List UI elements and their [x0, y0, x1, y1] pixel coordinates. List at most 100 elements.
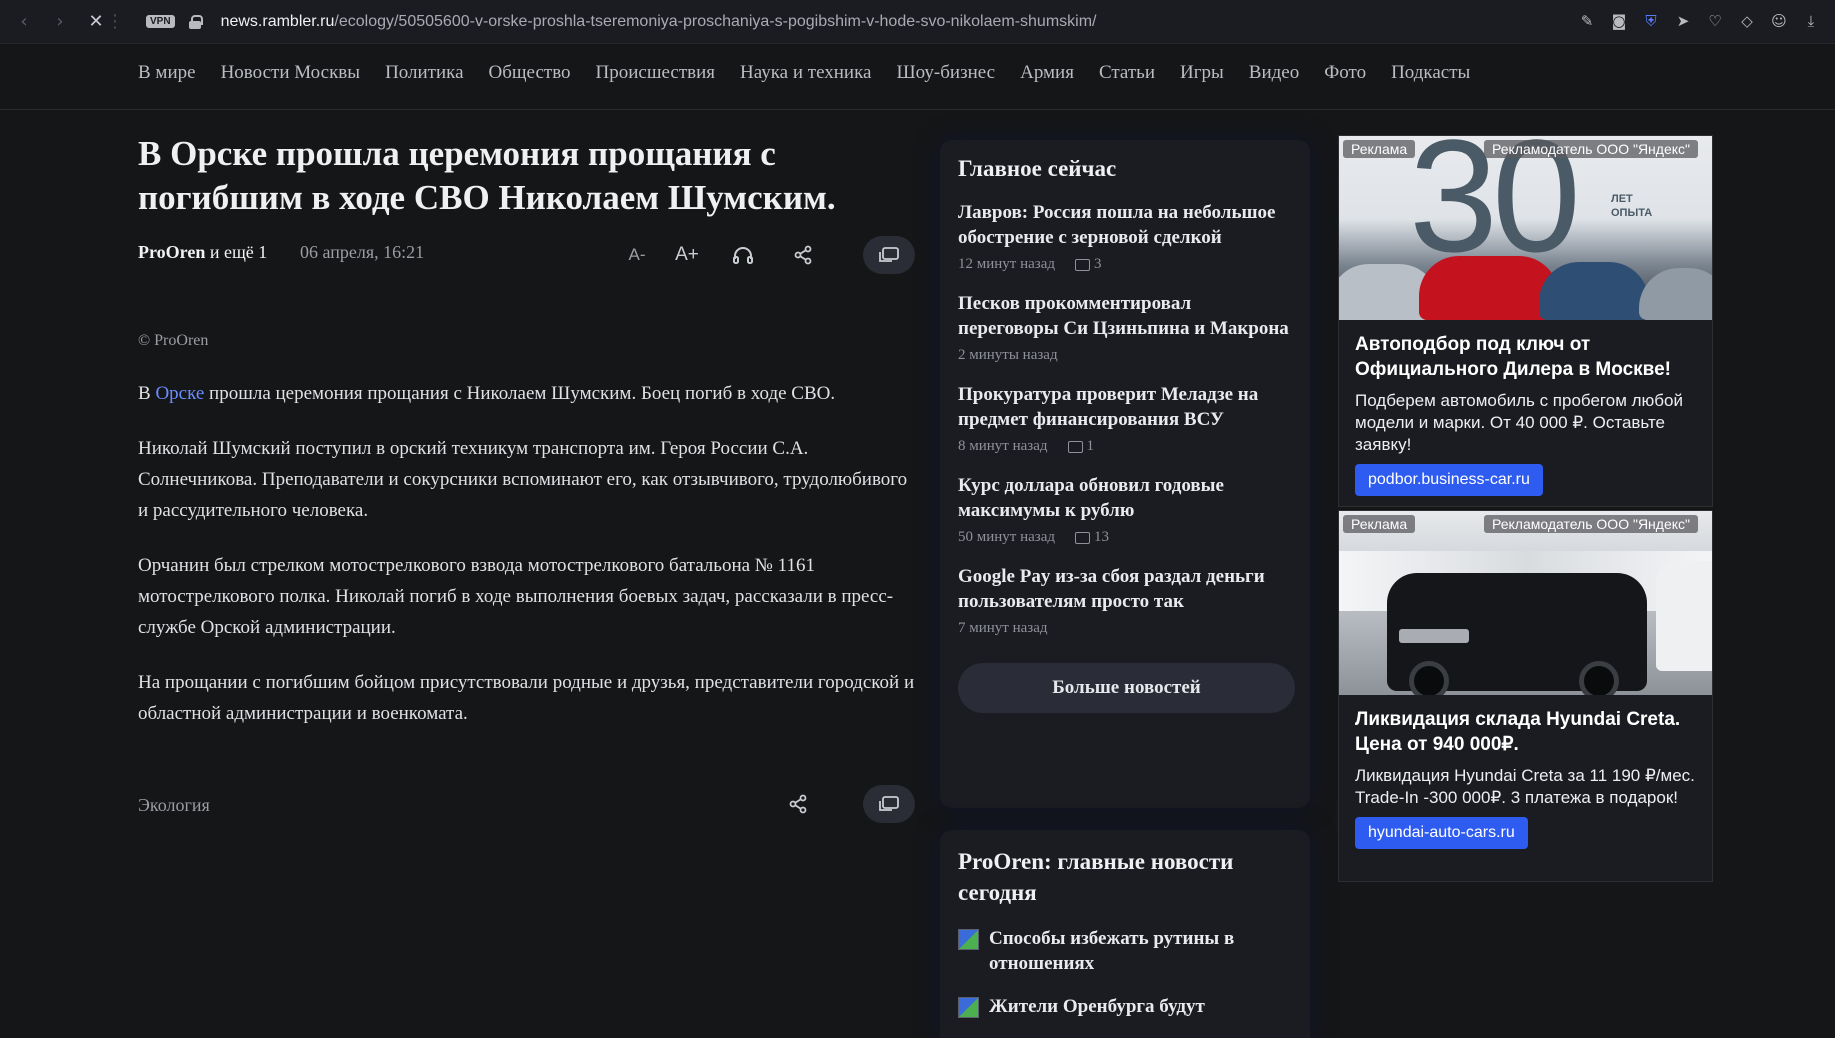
prooren-title: ProOren: главные новости сегодня	[958, 849, 1234, 905]
comments-button[interactable]	[863, 236, 915, 274]
paragraph-2: Николай Шумский поступил в орский техник…	[138, 438, 908, 521]
rubric-link[interactable]: Экология	[138, 795, 210, 816]
shield-icon[interactable]: ⛨	[1641, 8, 1661, 34]
list-item[interactable]: Песков прокомментировал переговоры Си Цз…	[958, 291, 1292, 364]
article-footer: Экология	[138, 785, 918, 825]
box-icon[interactable]: ◇	[1737, 8, 1757, 34]
profile-icon[interactable]: ☺	[1769, 8, 1789, 34]
ad-link-button[interactable]: podbor.business-car.ru	[1355, 464, 1543, 496]
nav-item-society[interactable]: Общество	[489, 62, 571, 84]
url-path: /ecology/50505600-v-orske-proshla-tserem…	[334, 12, 1097, 30]
nav-item-army[interactable]: Армия	[1020, 62, 1074, 84]
ad-text: Ликвидация Hyundai Creta за 11 190 ₽/мес…	[1355, 766, 1695, 807]
main-now-panel: Главное сейчас Лавров: Россия пошла на н…	[940, 140, 1310, 808]
p1-before: В	[138, 383, 156, 404]
news-time: 7 минут назад	[958, 620, 1048, 636]
source-name: ProOren	[138, 242, 206, 262]
prooren-panel: ProOren: главные новости сегодня Способы…	[940, 830, 1310, 1038]
p1-after: прошла церемония прощания с Николаем Шум…	[204, 383, 836, 404]
nav-item-games[interactable]: Игры	[1180, 62, 1224, 84]
nav-item-articles[interactable]: Статьи	[1099, 62, 1155, 84]
news-title[interactable]: Google Pay из-за сбоя раздал деньги поль…	[958, 564, 1292, 614]
back-icon[interactable]: ‹	[10, 8, 38, 36]
news-title[interactable]: Прокуратура проверит Меладзе на предмет …	[958, 382, 1292, 432]
camera-icon[interactable]: ◙	[1609, 8, 1629, 34]
ad-badge-line1: ЛЕТ	[1611, 193, 1633, 205]
news-title[interactable]: Курс доллара обновил годовые максимумы к…	[958, 473, 1292, 523]
news-time: 8 минут назад	[958, 438, 1048, 454]
list-item[interactable]: Курс доллара обновил годовые максимумы к…	[958, 473, 1292, 546]
car-image	[1539, 262, 1649, 320]
article-meta: ProOren и ещё 1 06 апреля, 16:21 A- A+	[138, 230, 918, 280]
comments-button[interactable]	[863, 785, 915, 823]
list-item[interactable]: Google Pay из-за сбоя раздал деньги поль…	[958, 564, 1292, 637]
news-title[interactable]: Жители Оренбурга будут	[989, 994, 1205, 1019]
nav-item-politics[interactable]: Политика	[385, 62, 463, 84]
news-time: 2 минуты назад	[958, 347, 1058, 363]
ad-badge-line2: ОПЫТА	[1611, 207, 1653, 219]
paragraph-3: Орчанин был стрелком мотострелкового взв…	[138, 555, 894, 638]
share-icon[interactable]	[788, 236, 818, 274]
comment-count[interactable]: 1	[1067, 438, 1095, 455]
news-title[interactable]: Песков прокомментировал переговоры Си Цз…	[958, 291, 1292, 341]
nav-item-moscow[interactable]: Новости Москвы	[221, 62, 361, 84]
nav-item-world[interactable]: В мире	[138, 62, 196, 84]
list-item[interactable]: Способы избежать рутины в отношениях	[958, 926, 1292, 976]
news-time: 50 минут назад	[958, 529, 1056, 545]
comment-count[interactable]: 3	[1075, 256, 1102, 273]
ad-advertiser[interactable]: Рекламодатель ООО "Яндекс"	[1483, 515, 1698, 533]
comment-count-value: 1	[1086, 438, 1095, 454]
separator-dots-icon: ⋮	[106, 11, 124, 32]
ad-block-2[interactable]: Реклама Рекламодатель ООО "Яндекс" Ликви…	[1338, 510, 1713, 882]
news-title[interactable]: Способы избежать рутины в отношениях	[989, 926, 1292, 976]
ad-label: Реклама	[1343, 140, 1416, 158]
main-now-title: Главное сейчас	[958, 156, 1117, 181]
list-item[interactable]: Жители Оренбурга будут	[958, 994, 1292, 1019]
ad-image[interactable]: Реклама Рекламодатель ООО "Яндекс"	[1339, 511, 1712, 695]
ad-text: Подберем автомобиль с пробегом любой мод…	[1355, 391, 1683, 454]
news-title[interactable]: Лавров: Россия пошла на небольшое обостр…	[958, 200, 1292, 250]
vpn-badge[interactable]: VPN	[146, 15, 175, 28]
article-date: 06 апреля, 16:21	[300, 242, 425, 262]
news-time: 12 минут назад	[958, 256, 1056, 272]
forward-icon[interactable]: ›	[46, 8, 74, 36]
send-icon[interactable]: ➤	[1673, 8, 1693, 34]
article-source[interactable]: ProOren и ещё 1	[138, 242, 267, 263]
heart-icon[interactable]: ♡	[1705, 8, 1725, 34]
font-increase-button[interactable]: A+	[672, 236, 702, 274]
thumbnail-image	[958, 929, 979, 950]
list-item[interactable]: Прокуратура проверит Меладзе на предмет …	[958, 382, 1292, 455]
list-item[interactable]: Лавров: Россия пошла на небольшое обостр…	[958, 200, 1292, 273]
download-icon[interactable]: ⤓	[1801, 8, 1821, 34]
share-icon[interactable]	[788, 785, 808, 823]
font-decrease-button[interactable]: A-	[622, 236, 652, 274]
ad-advertiser[interactable]: Рекламодатель ООО "Яндекс"	[1483, 140, 1698, 158]
nav-item-video[interactable]: Видео	[1249, 62, 1299, 84]
nav-item-showbiz[interactable]: Шоу-бизнес	[896, 62, 995, 84]
ad-link-button[interactable]: hyundai-auto-cars.ru	[1355, 817, 1528, 849]
article: В Орске прошла церемония прощания с поги…	[138, 132, 918, 825]
nav-item-incidents[interactable]: Происшествия	[596, 62, 715, 84]
nav-item-science[interactable]: Наука и техника	[740, 62, 871, 84]
comment-icon	[1075, 258, 1091, 271]
edit-page-icon[interactable]: ✎	[1577, 8, 1597, 34]
headphones-icon[interactable]	[728, 236, 758, 274]
ad-block-1[interactable]: 30 ЛЕТ ОПЫТА Реклама Рекламодатель ООО "Я…	[1338, 135, 1713, 507]
ad-title[interactable]: Ликвидация склада Hyundai Creta. Цена от…	[1355, 707, 1696, 757]
comments-icon	[879, 247, 899, 262]
ad-image[interactable]: 30 ЛЕТ ОПЫТА Реклама Рекламодатель ООО "Я…	[1339, 136, 1712, 320]
site-nav: В мире Новости Москвы Политика Общество …	[0, 44, 1835, 110]
comment-count-value: 13	[1094, 529, 1110, 545]
nav-item-podcasts[interactable]: Подкасты	[1391, 62, 1470, 84]
more-news-button[interactable]: Больше новостей	[958, 663, 1295, 713]
lock-icon[interactable]	[188, 14, 203, 29]
paragraph-1: В Орске прошла церемония прощания с Нико…	[138, 378, 918, 409]
paragraph-4: На прощании с погибшим бойцом присутство…	[138, 672, 915, 724]
orsk-link[interactable]: Орске	[155, 383, 204, 404]
comment-count[interactable]: 13	[1075, 529, 1109, 546]
comments-icon	[879, 796, 899, 811]
article-body: В Орске прошла церемония прощания с Нико…	[138, 378, 918, 729]
nav-item-photo[interactable]: Фото	[1324, 62, 1366, 84]
address-bar[interactable]: news.rambler.ru/ecology/50505600-v-orske…	[221, 13, 1097, 31]
ad-title[interactable]: Автоподбор под ключ от Официального Диле…	[1355, 332, 1696, 382]
